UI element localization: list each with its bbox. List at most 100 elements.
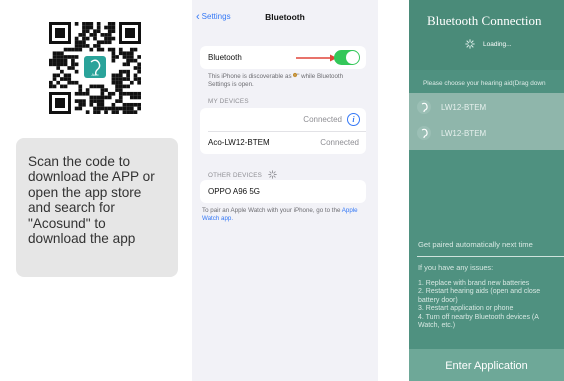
qr-module [52,62,57,67]
qr-module [93,95,97,100]
device-row[interactable]: Aco-LW12-BTEM Connected [200,131,366,154]
qr-module [63,47,68,52]
qr-module [52,77,57,81]
qr-module [111,110,116,114]
qr-module [93,44,97,48]
qr-module [118,84,123,89]
troubleshooting-line: 4. Turn off nearby Bluetooth devices (A [418,313,539,321]
troubleshooting-line: Watch, etc.) [418,322,456,330]
qr-module [126,62,130,67]
qr-module [107,47,112,52]
qr-module [63,58,68,63]
qr-module [118,95,123,100]
auto-pair-label[interactable]: Get paired automatically next time [418,240,533,249]
device-name: Aco-LW12-BTEM [208,138,270,147]
qr-module [133,58,138,63]
hearing-aid-item[interactable]: LW12-BTEM [417,100,486,114]
enter-application-button[interactable]: Enter Application [409,349,564,381]
qr-module [96,106,101,111]
qr-module [89,95,94,100]
qr-module [104,110,108,114]
qr-module [52,58,57,63]
other-devices-header: OTHER DEVICES [208,170,277,179]
qr-module [107,91,112,96]
qr-module [137,91,141,96]
qr-module [118,47,123,52]
qr-module [49,84,53,89]
qr-module [78,102,83,107]
discoverable-text: This iPhone is discoverable as " " while… [208,73,344,88]
qr-module [115,110,119,114]
qr-module [85,22,90,26]
other-device-row[interactable]: OPPO A96 5G [200,180,366,203]
qr-module [129,51,134,56]
qr-module [74,36,79,41]
qr-module [96,44,101,48]
qr-module [111,47,116,52]
hearing-aid-item[interactable]: LW12-BTEM [417,126,486,140]
qr-module [122,110,127,114]
my-devices-list: Connected i Aco-LW12-BTEM Connected [200,108,366,154]
qr-module [126,102,130,107]
qr-module [100,47,105,52]
device-name: LW12-BTEM [441,128,487,138]
qr-module [93,106,97,111]
qr-module [56,62,61,67]
qr-module [74,55,79,59]
qr-module [96,95,101,100]
qr-module [115,55,119,59]
qr-module [137,55,141,59]
qr-module [118,77,123,81]
qr-module [126,55,130,59]
qr-module [63,84,68,89]
qr-module [78,99,83,103]
qr-module [115,84,119,89]
qr-module [56,58,61,63]
app-screen: Bluetooth Connection Loading... Please c… [409,0,564,381]
qr-module [100,33,105,37]
qr-module [71,80,75,85]
instruction-line: download the APP or [28,169,155,185]
qr-module [115,77,119,81]
qr-module [111,55,116,59]
qr-module [93,110,97,114]
qr-module [137,80,141,85]
qr-module [118,91,123,96]
qr-module [96,110,101,114]
qr-module [56,66,61,70]
qr-module [89,99,94,103]
qr-module [82,44,86,48]
qr-module [49,80,53,85]
qr-module [129,47,134,52]
qr-module [74,62,79,67]
qr-module [63,77,68,81]
qr-module [122,91,127,96]
qr-module [126,110,130,114]
qr-module [96,47,101,52]
qr-module [93,84,97,89]
qr-module [52,51,57,56]
footer-text: To pair an Apple Watch with your iPhone,… [202,207,370,222]
qr-module [93,33,97,37]
qr-module [133,110,138,114]
qr-module [100,102,105,107]
device-row[interactable]: Connected i [200,108,366,131]
qr-module [85,88,90,92]
qr-module [107,95,112,100]
bluetooth-toggle[interactable] [334,50,360,65]
qr-module [74,47,79,52]
qr-module [89,47,94,52]
qr-module [82,36,86,41]
qr-module [96,22,101,26]
info-icon[interactable]: i [347,113,360,126]
qr-module [85,110,90,114]
qr-module [118,88,123,92]
qr-module [118,106,123,111]
spinner-icon [268,170,277,179]
qr-module [93,99,97,103]
qr-module [115,88,119,92]
qr-module [118,69,123,74]
qr-module [82,29,86,34]
loading-text: Loading... [483,40,512,48]
qr-module [100,91,105,96]
